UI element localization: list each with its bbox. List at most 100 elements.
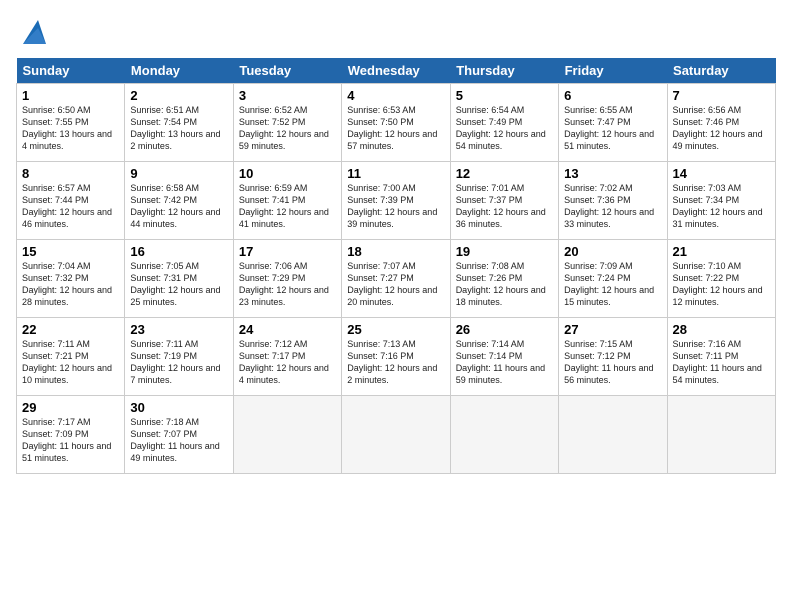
calendar-day-cell: 22Sunrise: 7:11 AMSunset: 7:21 PMDayligh… <box>17 318 125 396</box>
calendar-header-row: SundayMondayTuesdayWednesdayThursdayFrid… <box>17 58 776 84</box>
day-info: Sunrise: 7:02 AMSunset: 7:36 PMDaylight:… <box>564 182 661 231</box>
day-info: Sunrise: 7:13 AMSunset: 7:16 PMDaylight:… <box>347 338 444 387</box>
calendar-day-cell: 2Sunrise: 6:51 AMSunset: 7:54 PMDaylight… <box>125 84 233 162</box>
day-info: Sunrise: 7:09 AMSunset: 7:24 PMDaylight:… <box>564 260 661 309</box>
calendar-day-cell <box>667 396 775 474</box>
day-number: 7 <box>673 88 770 103</box>
day-info: Sunrise: 6:54 AMSunset: 7:49 PMDaylight:… <box>456 104 553 153</box>
day-info: Sunrise: 7:00 AMSunset: 7:39 PMDaylight:… <box>347 182 444 231</box>
day-info: Sunrise: 6:57 AMSunset: 7:44 PMDaylight:… <box>22 182 119 231</box>
day-info: Sunrise: 6:51 AMSunset: 7:54 PMDaylight:… <box>130 104 227 153</box>
day-number: 6 <box>564 88 661 103</box>
day-info: Sunrise: 7:18 AMSunset: 7:07 PMDaylight:… <box>130 416 227 465</box>
day-info: Sunrise: 7:12 AMSunset: 7:17 PMDaylight:… <box>239 338 336 387</box>
calendar-day-cell <box>559 396 667 474</box>
day-number: 22 <box>22 322 119 337</box>
day-number: 4 <box>347 88 444 103</box>
day-number: 20 <box>564 244 661 259</box>
calendar-week-row: 8Sunrise: 6:57 AMSunset: 7:44 PMDaylight… <box>17 162 776 240</box>
calendar-day-cell <box>450 396 558 474</box>
day-info: Sunrise: 6:56 AMSunset: 7:46 PMDaylight:… <box>673 104 770 153</box>
calendar-table: SundayMondayTuesdayWednesdayThursdayFrid… <box>16 58 776 474</box>
logo-icon <box>18 16 48 46</box>
calendar-week-row: 29Sunrise: 7:17 AMSunset: 7:09 PMDayligh… <box>17 396 776 474</box>
day-info: Sunrise: 7:03 AMSunset: 7:34 PMDaylight:… <box>673 182 770 231</box>
calendar-day-cell: 28Sunrise: 7:16 AMSunset: 7:11 PMDayligh… <box>667 318 775 396</box>
calendar-day-cell: 27Sunrise: 7:15 AMSunset: 7:12 PMDayligh… <box>559 318 667 396</box>
calendar-day-cell: 19Sunrise: 7:08 AMSunset: 7:26 PMDayligh… <box>450 240 558 318</box>
calendar-day-cell <box>342 396 450 474</box>
calendar-day-cell: 25Sunrise: 7:13 AMSunset: 7:16 PMDayligh… <box>342 318 450 396</box>
day-info: Sunrise: 7:10 AMSunset: 7:22 PMDaylight:… <box>673 260 770 309</box>
day-info: Sunrise: 6:53 AMSunset: 7:50 PMDaylight:… <box>347 104 444 153</box>
calendar-day-cell: 26Sunrise: 7:14 AMSunset: 7:14 PMDayligh… <box>450 318 558 396</box>
calendar-day-cell: 30Sunrise: 7:18 AMSunset: 7:07 PMDayligh… <box>125 396 233 474</box>
calendar-day-cell: 15Sunrise: 7:04 AMSunset: 7:32 PMDayligh… <box>17 240 125 318</box>
day-info: Sunrise: 6:50 AMSunset: 7:55 PMDaylight:… <box>22 104 119 153</box>
day-info: Sunrise: 6:58 AMSunset: 7:42 PMDaylight:… <box>130 182 227 231</box>
calendar-day-cell: 1Sunrise: 6:50 AMSunset: 7:55 PMDaylight… <box>17 84 125 162</box>
day-info: Sunrise: 7:11 AMSunset: 7:21 PMDaylight:… <box>22 338 119 387</box>
calendar-day-cell: 17Sunrise: 7:06 AMSunset: 7:29 PMDayligh… <box>233 240 341 318</box>
day-info: Sunrise: 7:14 AMSunset: 7:14 PMDaylight:… <box>456 338 553 387</box>
day-info: Sunrise: 7:16 AMSunset: 7:11 PMDaylight:… <box>673 338 770 387</box>
calendar-day-cell: 10Sunrise: 6:59 AMSunset: 7:41 PMDayligh… <box>233 162 341 240</box>
logo <box>16 16 48 46</box>
day-info: Sunrise: 7:06 AMSunset: 7:29 PMDaylight:… <box>239 260 336 309</box>
calendar-day-cell: 29Sunrise: 7:17 AMSunset: 7:09 PMDayligh… <box>17 396 125 474</box>
day-number: 2 <box>130 88 227 103</box>
day-number: 11 <box>347 166 444 181</box>
calendar-day-cell: 4Sunrise: 6:53 AMSunset: 7:50 PMDaylight… <box>342 84 450 162</box>
calendar-week-row: 15Sunrise: 7:04 AMSunset: 7:32 PMDayligh… <box>17 240 776 318</box>
calendar-day-cell: 9Sunrise: 6:58 AMSunset: 7:42 PMDaylight… <box>125 162 233 240</box>
header <box>16 16 776 46</box>
calendar-day-cell: 5Sunrise: 6:54 AMSunset: 7:49 PMDaylight… <box>450 84 558 162</box>
day-number: 1 <box>22 88 119 103</box>
day-number: 25 <box>347 322 444 337</box>
calendar-day-cell: 21Sunrise: 7:10 AMSunset: 7:22 PMDayligh… <box>667 240 775 318</box>
day-number: 15 <box>22 244 119 259</box>
day-number: 30 <box>130 400 227 415</box>
day-number: 5 <box>456 88 553 103</box>
day-info: Sunrise: 6:59 AMSunset: 7:41 PMDaylight:… <box>239 182 336 231</box>
day-number: 10 <box>239 166 336 181</box>
calendar-week-row: 22Sunrise: 7:11 AMSunset: 7:21 PMDayligh… <box>17 318 776 396</box>
day-info: Sunrise: 7:05 AMSunset: 7:31 PMDaylight:… <box>130 260 227 309</box>
calendar-day-cell: 13Sunrise: 7:02 AMSunset: 7:36 PMDayligh… <box>559 162 667 240</box>
day-info: Sunrise: 7:08 AMSunset: 7:26 PMDaylight:… <box>456 260 553 309</box>
day-info: Sunrise: 7:07 AMSunset: 7:27 PMDaylight:… <box>347 260 444 309</box>
day-number: 17 <box>239 244 336 259</box>
day-number: 24 <box>239 322 336 337</box>
page-container: SundayMondayTuesdayWednesdayThursdayFrid… <box>0 0 792 482</box>
calendar-day-cell: 6Sunrise: 6:55 AMSunset: 7:47 PMDaylight… <box>559 84 667 162</box>
day-number: 19 <box>456 244 553 259</box>
calendar-day-cell: 12Sunrise: 7:01 AMSunset: 7:37 PMDayligh… <box>450 162 558 240</box>
calendar-day-cell: 16Sunrise: 7:05 AMSunset: 7:31 PMDayligh… <box>125 240 233 318</box>
calendar-day-header: Monday <box>125 58 233 84</box>
day-number: 21 <box>673 244 770 259</box>
calendar-day-header: Sunday <box>17 58 125 84</box>
calendar-day-header: Saturday <box>667 58 775 84</box>
calendar-day-cell: 20Sunrise: 7:09 AMSunset: 7:24 PMDayligh… <box>559 240 667 318</box>
day-number: 14 <box>673 166 770 181</box>
day-number: 26 <box>456 322 553 337</box>
calendar-day-cell <box>233 396 341 474</box>
day-number: 29 <box>22 400 119 415</box>
day-info: Sunrise: 6:55 AMSunset: 7:47 PMDaylight:… <box>564 104 661 153</box>
calendar-week-row: 1Sunrise: 6:50 AMSunset: 7:55 PMDaylight… <box>17 84 776 162</box>
day-number: 23 <box>130 322 227 337</box>
day-info: Sunrise: 7:17 AMSunset: 7:09 PMDaylight:… <box>22 416 119 465</box>
calendar-day-cell: 23Sunrise: 7:11 AMSunset: 7:19 PMDayligh… <box>125 318 233 396</box>
day-number: 12 <box>456 166 553 181</box>
calendar-day-header: Thursday <box>450 58 558 84</box>
day-number: 27 <box>564 322 661 337</box>
day-number: 28 <box>673 322 770 337</box>
calendar-day-cell: 11Sunrise: 7:00 AMSunset: 7:39 PMDayligh… <box>342 162 450 240</box>
day-info: Sunrise: 6:52 AMSunset: 7:52 PMDaylight:… <box>239 104 336 153</box>
day-number: 9 <box>130 166 227 181</box>
calendar-day-header: Wednesday <box>342 58 450 84</box>
day-number: 16 <box>130 244 227 259</box>
calendar-day-cell: 8Sunrise: 6:57 AMSunset: 7:44 PMDaylight… <box>17 162 125 240</box>
calendar-day-cell: 14Sunrise: 7:03 AMSunset: 7:34 PMDayligh… <box>667 162 775 240</box>
day-info: Sunrise: 7:01 AMSunset: 7:37 PMDaylight:… <box>456 182 553 231</box>
